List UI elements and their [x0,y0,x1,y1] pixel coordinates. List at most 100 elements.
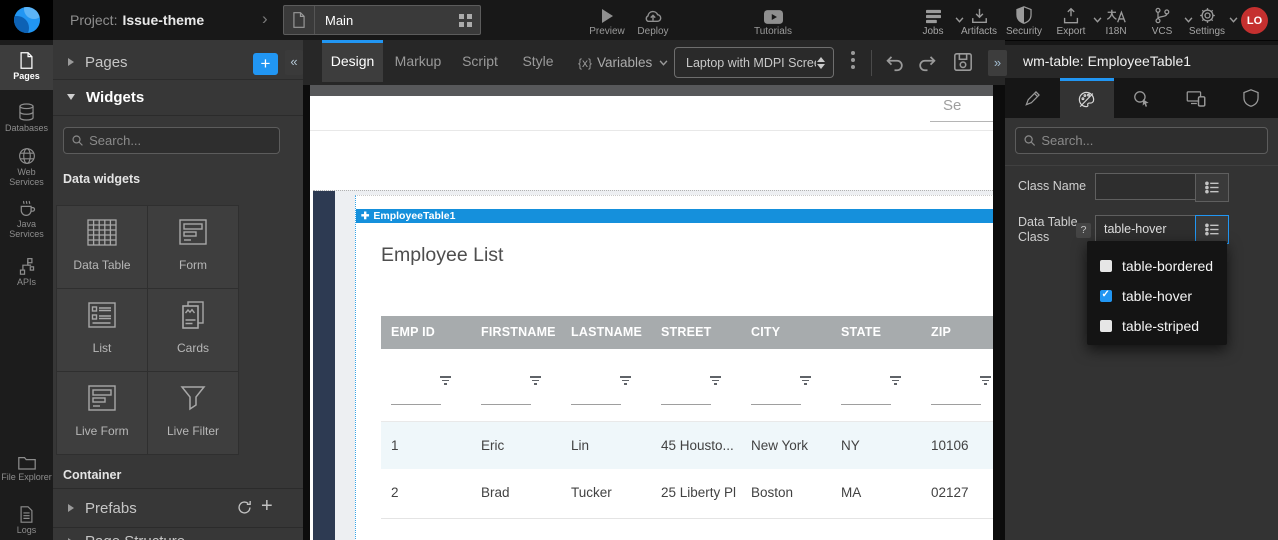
widget-card-list[interactable]: List [56,288,148,372]
filter-input[interactable] [481,404,531,405]
checkbox-icon[interactable] [1100,290,1112,302]
class-name-list-button[interactable] [1195,173,1229,202]
filter-input[interactable] [571,404,621,405]
table-cell[interactable]: 10106 [921,422,993,470]
filter-icon[interactable] [619,376,631,387]
table-cell[interactable]: 25 Liberty Pl [651,469,741,518]
sidebar-item-apis[interactable]: APIs [0,257,53,287]
table-cell[interactable]: MA [831,469,921,518]
filter-icon[interactable] [439,376,451,387]
column-header[interactable]: LASTNAME [561,316,651,349]
property-search[interactable] [1015,127,1268,154]
save-button[interactable] [953,52,973,72]
collapse-panel-button[interactable]: « [285,50,303,75]
tab-events[interactable] [1114,78,1169,118]
deploy-button[interactable]: Deploy [621,4,685,37]
widget-card-live-form[interactable]: Live Form [56,371,148,455]
table-cell[interactable]: Brad [471,469,561,518]
table-cell[interactable]: NY [831,422,921,470]
filter-cell[interactable] [831,349,921,421]
table-cell[interactable]: 45 Housto... [651,422,741,470]
widget-card-form[interactable]: Form [147,205,239,289]
widget-search-input[interactable] [83,133,279,148]
table-cell[interactable]: New York [741,422,831,470]
tab-security[interactable] [1223,78,1278,118]
wavemaker-logo[interactable] [0,0,53,40]
redo-button[interactable] [917,53,938,72]
filter-icon[interactable] [529,376,541,387]
sidebar-item-pages[interactable]: Pages [0,45,53,90]
vcs-button[interactable]: VCS [1138,5,1186,37]
tutorials-button[interactable]: Tutorials [741,4,805,37]
data-table-class-input[interactable] [1095,215,1208,242]
export-button[interactable]: Export [1047,5,1095,37]
expand-panel-button[interactable]: » [988,50,1007,76]
tab-devices[interactable] [1169,78,1224,118]
artifacts-button[interactable]: Artifacts [955,5,1003,37]
design-canvas[interactable]: Se ✚ EmployeeTable1 Employee List EMP ID… [310,85,993,540]
filter-icon[interactable] [979,376,991,387]
table-widget-card[interactable]: ✚ EmployeeTable1 Employee List EMP ID FI… [355,195,993,540]
filter-icon[interactable] [709,376,721,387]
filter-cell[interactable] [381,349,471,421]
undo-button[interactable] [884,53,905,72]
table-cell[interactable]: Eric [471,422,561,470]
security-button[interactable]: Security [1000,5,1048,37]
column-header[interactable]: STATE [831,316,921,349]
widget-selection-bar[interactable]: ✚ EmployeeTable1 [356,209,993,223]
tab-markup[interactable]: Markup [391,40,445,82]
jobs-button[interactable]: Jobs [909,5,957,37]
device-selector[interactable]: Laptop with MDPI Screen [674,47,834,78]
widget-card-data-table[interactable]: Data Table [56,205,148,289]
grid-icon[interactable] [459,14,472,27]
variables-button[interactable]: {x} Variables [578,40,668,85]
page-tab-main[interactable]: Main [283,5,481,35]
dropdown-item-0[interactable]: table-bordered [1087,251,1227,281]
table-cell[interactable]: 02127 [921,469,993,518]
column-header[interactable]: FIRSTNAME [471,316,561,349]
table-cell[interactable]: 2 [381,469,471,518]
help-badge[interactable]: ? [1076,223,1091,238]
sidebar-item-file-explorer[interactable]: File Explorer [0,455,53,482]
sidebar-item-logs[interactable]: Logs [0,506,53,535]
widgets-section-header[interactable]: Widgets [53,79,303,116]
prefabs-section-header[interactable]: Prefabs + [53,488,303,528]
filter-input[interactable] [391,404,441,405]
table-row[interactable]: 2 Brad Tucker 25 Liberty Pl Boston MA 02… [381,469,993,519]
table-cell[interactable]: Tucker [561,469,651,518]
filter-icon[interactable] [799,376,811,387]
table-cell[interactable]: 1 [381,422,471,470]
tab-style[interactable] [1060,78,1115,118]
filter-cell[interactable] [741,349,831,421]
sidebar-item-databases[interactable]: Databases [0,103,53,133]
pages-section-header[interactable]: Pages + [53,45,303,80]
filter-icon[interactable] [889,376,901,387]
filter-input[interactable] [931,404,981,405]
tab-design[interactable]: Design [322,40,383,82]
property-search-input[interactable] [1035,133,1267,148]
table-cell[interactable]: Lin [561,422,651,470]
dropdown-item-2[interactable]: table-striped [1087,311,1227,341]
add-prefab-icon[interactable]: + [261,495,273,518]
checkbox-icon[interactable] [1100,320,1112,332]
more-options-button[interactable] [851,51,857,72]
checkbox-icon[interactable] [1100,260,1112,272]
page-left-nav[interactable] [313,191,335,540]
tab-properties[interactable] [1005,78,1060,118]
i18n-button[interactable]: I18N [1092,5,1140,37]
column-header[interactable]: STREET [651,316,741,349]
page-structure-section-header[interactable]: Page Structure [53,527,303,540]
filter-cell[interactable] [561,349,651,421]
widget-card-cards[interactable]: Cards [147,288,239,372]
filter-cell[interactable] [471,349,561,421]
filter-input[interactable] [661,404,711,405]
tab-script[interactable]: Script [456,40,504,82]
filter-input[interactable] [751,404,801,405]
add-page-button[interactable]: + [253,53,278,75]
filter-cell[interactable] [651,349,741,421]
class-name-input[interactable] [1095,173,1208,200]
filter-input[interactable] [841,404,891,405]
column-header[interactable]: EMP ID [381,316,471,349]
sidebar-item-java-services[interactable]: Java Services [0,199,53,239]
widget-search[interactable] [63,127,280,154]
